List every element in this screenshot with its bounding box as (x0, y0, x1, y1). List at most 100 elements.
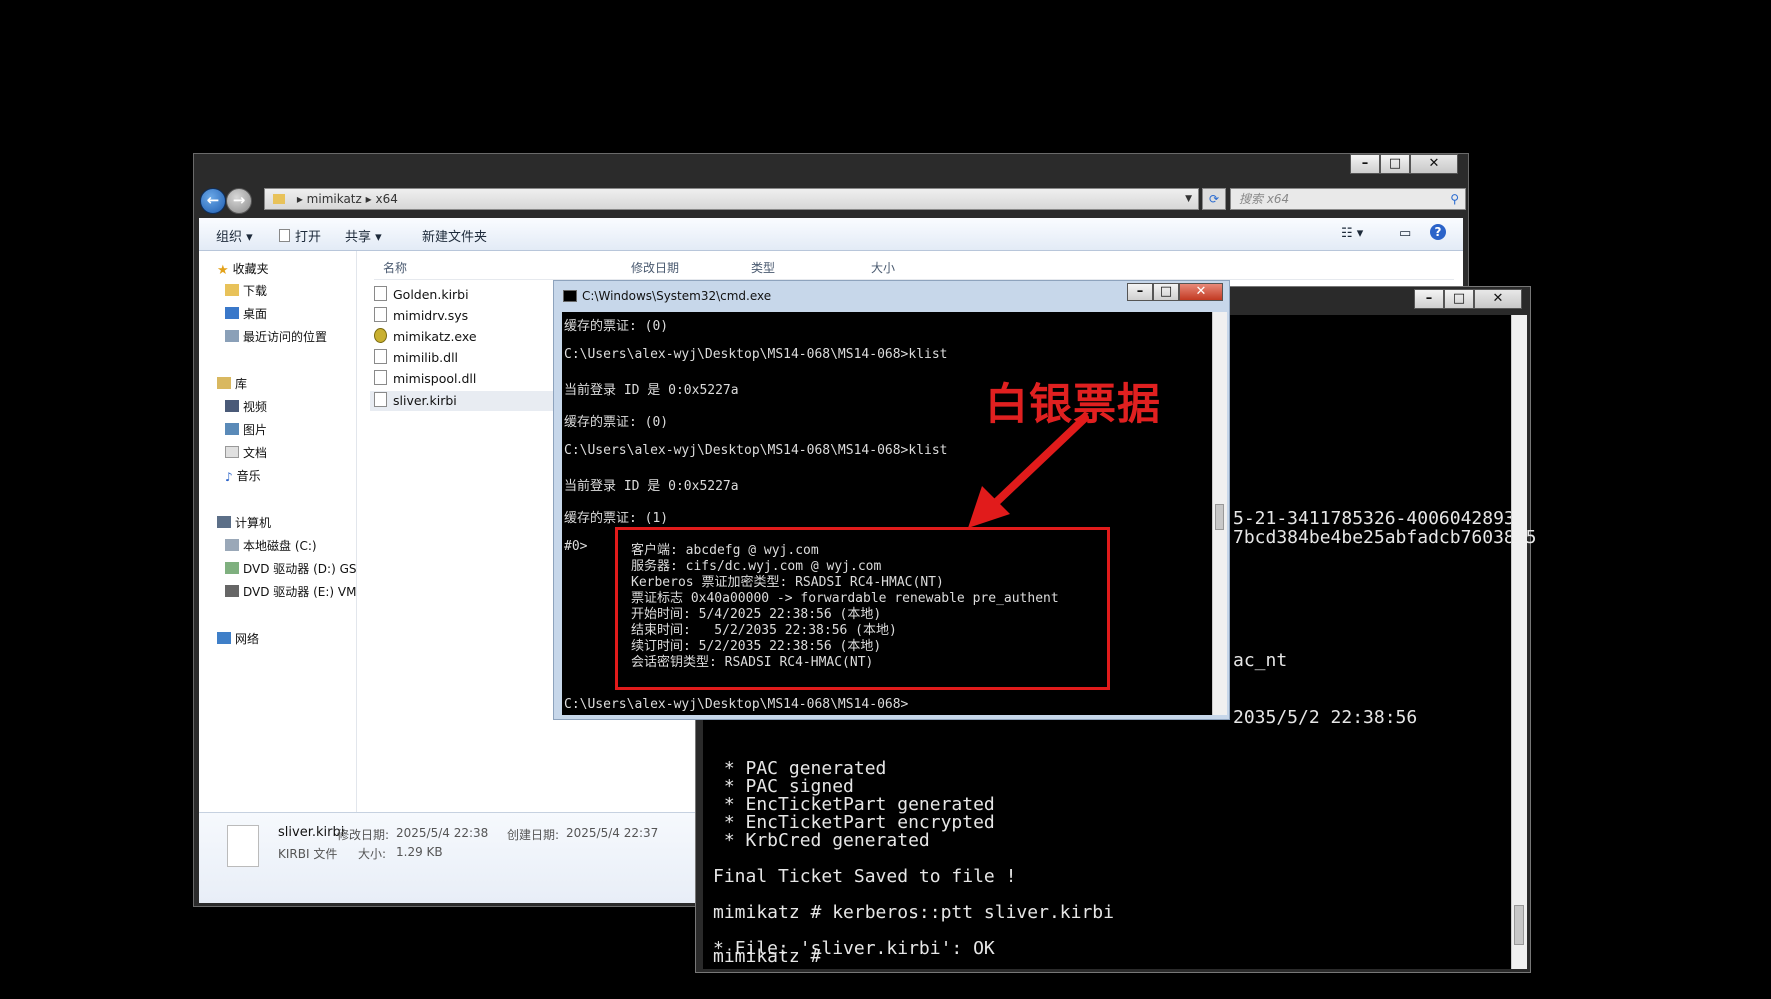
help-icon[interactable]: ? (1430, 224, 1446, 240)
maximize-button[interactable]: □ (1444, 289, 1474, 309)
file-item[interactable]: mimikatz.exe (374, 328, 477, 344)
console-partial-line: 5-21-3411785326-4006042893- (1233, 508, 1526, 529)
console-partial-line: ac_nt (1233, 650, 1288, 671)
downloads-folder-icon (225, 284, 239, 296)
computer-icon (217, 516, 231, 528)
close-button[interactable]: ✕ (1410, 154, 1458, 174)
cmd-line: 缓存的票证: (1) (564, 511, 669, 526)
nav-item-pictures[interactable]: 图片 (225, 421, 267, 438)
file-item[interactable]: mimispool.dll (374, 370, 476, 386)
cmd-line: C:\Users\alex-wyj\Desktop\MS14-068\MS14-… (564, 443, 948, 458)
nav-item-desktop[interactable]: 桌面 (225, 305, 267, 322)
command-bar: 组织 ▾ 打开 共享 ▾ 新建文件夹 ☷ ▾ ▭ ? (199, 218, 1463, 251)
nav-item-drive-d[interactable]: DVD 驱动器 (D:) GS (225, 560, 357, 577)
annotation-arrow-icon (968, 414, 1089, 528)
details-size-label: 大小: (358, 847, 387, 861)
nav-favorites[interactable]: ★ 收藏夹 (217, 260, 269, 278)
details-created-label: 创建日期: (507, 828, 560, 842)
console-prompt: mimikatz # (713, 946, 822, 967)
nav-item-drive-e[interactable]: DVD 驱动器 (E:) VM (225, 583, 356, 600)
forward-button[interactable]: → (226, 188, 252, 214)
file-icon (374, 286, 387, 301)
details-modified-label: 修改日期: (337, 828, 390, 842)
column-header-modified[interactable]: 修改日期 (631, 259, 679, 276)
vm-drive-icon (225, 585, 239, 597)
cmd-line: 缓存的票证: (0) (564, 319, 669, 334)
close-button[interactable]: ✕ (1179, 283, 1223, 301)
pictures-icon (225, 423, 239, 435)
cmd-scrollbar[interactable] (1212, 312, 1227, 715)
star-icon: ★ (217, 263, 229, 278)
minimize-button[interactable]: – (1350, 154, 1380, 174)
file-item[interactable]: mimilib.dll (374, 349, 458, 365)
details-filetype: KIRBI 文件 (278, 847, 338, 861)
scrollbar-thumb[interactable] (1215, 504, 1224, 530)
preview-pane-icon[interactable]: ▭ (1399, 226, 1411, 241)
details-size-value: 1.29 KB (396, 845, 443, 859)
system-file-icon (374, 307, 387, 322)
file-item[interactable]: mimidrv.sys (374, 307, 468, 323)
network-icon (217, 632, 231, 644)
breadcrumb-item[interactable]: x64 (375, 192, 397, 206)
cmd-line: 当前登录 ID 是 0:0x5227a (564, 479, 739, 494)
nav-item-music[interactable]: ♪ 音乐 (225, 467, 261, 484)
cmd-line: 当前登录 ID 是 0:0x5227a (564, 383, 739, 398)
minimize-button[interactable]: – (1127, 283, 1153, 301)
file-item-selected[interactable]: sliver.kirbi (370, 391, 564, 411)
back-button[interactable]: ← (200, 188, 226, 214)
console-line: Final Ticket Saved to file ! (713, 866, 1017, 887)
column-header-type[interactable]: 类型 (751, 259, 775, 276)
ticket-highlight-box (615, 527, 1110, 690)
chevron-down-icon[interactable]: ▼ (1185, 189, 1192, 209)
recent-places-icon (225, 330, 239, 342)
videos-icon (225, 400, 239, 412)
navigation-bar: ← → ▸ mimikatz ▸ x64 ▼ ⟳ 搜索 x64 ⚲ (200, 186, 1466, 214)
navigation-pane: ★ 收藏夹 下载 桌面 最近访问的位置 库 视频 图片 文档 ♪ 音乐 计算机 本地… (199, 251, 357, 812)
hard-drive-icon (225, 539, 239, 551)
console-partial-line: 2035/5/2 22:38:56 (1233, 707, 1418, 728)
nav-item-documents[interactable]: 文档 (225, 444, 267, 461)
dvd-drive-icon (225, 562, 239, 574)
console-scrollbar[interactable] (1511, 315, 1527, 969)
dll-icon (374, 370, 387, 385)
nav-computer[interactable]: 计算机 (217, 514, 271, 531)
cmd-window-controls: – □ ✕ (1127, 283, 1223, 301)
console-line: mimikatz # kerberos::ptt sliver.kirbi (713, 902, 1114, 923)
explorer-window-controls: – □ ✕ (1350, 154, 1458, 174)
scrollbar-thumb[interactable] (1514, 905, 1524, 945)
cmd-line: 缓存的票证: (0) (564, 415, 669, 430)
close-button[interactable]: ✕ (1474, 289, 1522, 309)
details-filename: sliver.kirbi (278, 825, 345, 840)
search-placeholder: 搜索 x64 (1239, 192, 1290, 206)
nav-libraries[interactable]: 库 (217, 375, 247, 392)
refresh-button[interactable]: ⟳ (1202, 188, 1226, 210)
view-options-icon[interactable]: ☷ ▾ (1341, 226, 1363, 241)
refresh-icon: ⟳ (1208, 192, 1220, 206)
breadcrumb-item[interactable]: mimikatz (307, 192, 362, 206)
address-bar[interactable]: ▸ mimikatz ▸ x64 ▼ (264, 188, 1199, 210)
nav-item-videos[interactable]: 视频 (225, 398, 267, 415)
maximize-button[interactable]: □ (1380, 154, 1410, 174)
file-thumbnail-icon (227, 825, 259, 867)
nav-network[interactable]: 网络 (217, 630, 259, 647)
nav-item-downloads[interactable]: 下载 (225, 282, 267, 299)
maximize-button[interactable]: □ (1153, 283, 1179, 301)
search-input[interactable]: 搜索 x64 ⚲ (1230, 188, 1466, 210)
minimize-button[interactable]: – (1414, 289, 1444, 309)
file-icon (279, 229, 290, 242)
organize-button[interactable]: 组织 ▾ (216, 226, 253, 245)
details-created-value: 2025/5/4 22:37 (566, 826, 659, 840)
file-item[interactable]: Golden.kirbi (374, 286, 469, 302)
column-header-name[interactable]: 名称 (383, 259, 407, 276)
console-line: * KrbCred generated (713, 830, 930, 851)
nav-item-drive-c[interactable]: 本地磁盘 (C:) (225, 537, 317, 554)
console-partial-line: 7bcd384be4be25abfadcb7603855 (1233, 527, 1537, 548)
folder-icon (273, 194, 285, 204)
new-folder-button[interactable]: 新建文件夹 (422, 226, 487, 245)
open-button[interactable]: 打开 (279, 226, 321, 245)
desktop-icon (225, 307, 239, 319)
search-icon: ⚲ (1450, 192, 1459, 206)
share-button[interactable]: 共享 ▾ (345, 226, 382, 245)
column-header-size[interactable]: 大小 (871, 259, 895, 276)
nav-item-recent[interactable]: 最近访问的位置 (225, 328, 327, 345)
